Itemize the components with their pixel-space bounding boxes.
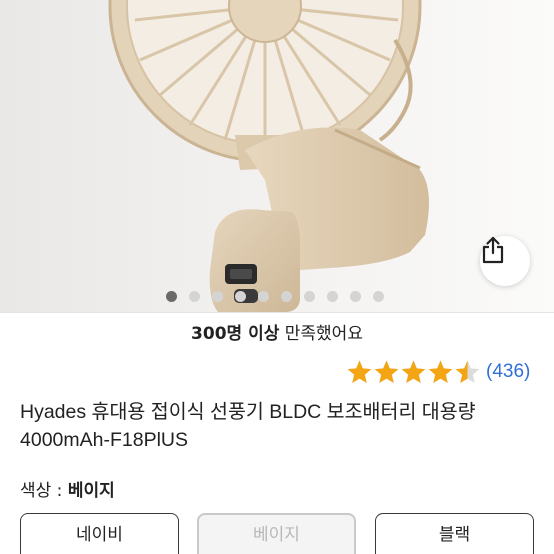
carousel-dot[interactable] bbox=[304, 291, 315, 302]
product-image-gallery[interactable] bbox=[0, 0, 554, 312]
carousel-dot[interactable] bbox=[166, 291, 177, 302]
carousel-indicator bbox=[0, 291, 554, 303]
divider bbox=[0, 312, 554, 313]
review-count-link[interactable]: (436) bbox=[486, 361, 530, 383]
share-icon bbox=[482, 236, 504, 264]
satisfaction-text: 만족했어요 bbox=[279, 324, 363, 344]
carousel-dot[interactable] bbox=[327, 291, 338, 302]
star-icon bbox=[347, 360, 372, 383]
color-label: 색상 : bbox=[20, 481, 68, 501]
carousel-dot[interactable] bbox=[258, 291, 269, 302]
color-option-button[interactable]: 베이지 bbox=[197, 513, 356, 554]
satisfaction-count: 300명 이상 bbox=[191, 324, 280, 344]
selected-color: 색상 : 베이지 bbox=[20, 476, 115, 501]
color-options: 네이비 베이지 블랙 bbox=[0, 513, 554, 554]
color-option-button[interactable]: 네이비 bbox=[20, 513, 179, 554]
carousel-dot[interactable] bbox=[373, 291, 384, 302]
star-icon bbox=[374, 360, 399, 383]
carousel-dot[interactable] bbox=[212, 291, 223, 302]
carousel-dot[interactable] bbox=[189, 291, 200, 302]
product-title: Hyades 휴대용 접이식 선풍기 BLDC 보조배터리 대용량4000mAh… bbox=[20, 401, 476, 451]
carousel-dot[interactable] bbox=[281, 291, 292, 302]
rating-summary[interactable]: (436) bbox=[346, 358, 530, 386]
carousel-dot[interactable] bbox=[235, 291, 246, 302]
color-value: 베이지 bbox=[67, 481, 115, 501]
star-icon bbox=[401, 360, 426, 383]
share-button[interactable] bbox=[480, 236, 530, 286]
satisfaction-summary: 300명 이상 만족했어요 bbox=[0, 323, 554, 345]
product-photo bbox=[108, 0, 429, 312]
star-rating bbox=[346, 359, 481, 385]
star-icon bbox=[428, 360, 453, 383]
star-icon bbox=[455, 360, 480, 383]
carousel-dot[interactable] bbox=[350, 291, 361, 302]
color-option-button[interactable]: 블랙 bbox=[375, 513, 534, 554]
